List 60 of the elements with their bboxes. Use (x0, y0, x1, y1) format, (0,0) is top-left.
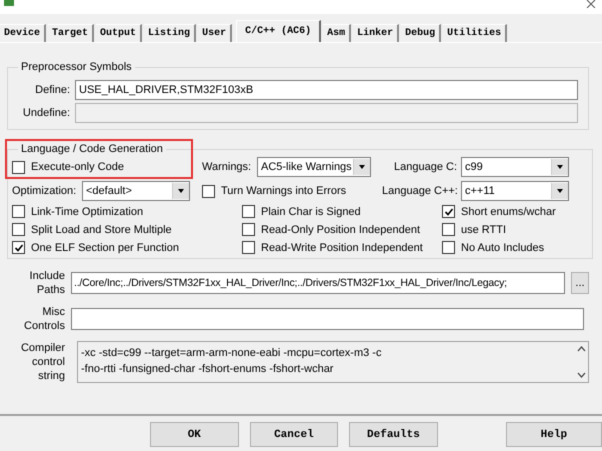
optimization-select[interactable]: <default> (82, 181, 190, 201)
checkbox-label: Short enums/wchar (461, 206, 556, 218)
browse-button[interactable]: ... (571, 272, 589, 294)
scroll-up-icon[interactable] (576, 346, 586, 352)
checkbox[interactable] (242, 223, 255, 236)
checkbox-label: Read-Only Position Independent (261, 224, 420, 236)
checkbox-label: Execute-only Code (31, 161, 124, 173)
dialog-button[interactable]: Help (506, 422, 602, 447)
tab[interactable]: Linker (353, 24, 400, 42)
language-c-select[interactable]: c99 (461, 157, 569, 177)
checkbox[interactable] (12, 205, 25, 218)
checkbox[interactable] (12, 160, 25, 174)
checkbox-label: Read-Write Position Independent (261, 242, 423, 254)
checkbox[interactable] (442, 205, 455, 218)
warnings-select[interactable]: AC5-like Warnings (257, 157, 371, 177)
dialog-button[interactable]: OK (150, 422, 239, 447)
checkbox[interactable] (12, 241, 25, 254)
checkbox[interactable] (202, 184, 215, 198)
field-label: Undefine: (22, 107, 70, 119)
tab[interactable]: Debug (401, 24, 442, 42)
checkbox[interactable] (242, 205, 255, 218)
group-title: Language / Code Generation (20, 143, 164, 155)
define-field[interactable]: USE_HAL_DRIVER,STM32F103xB (75, 80, 578, 100)
tab[interactable]: Output (96, 24, 142, 42)
checkbox-label: No Auto Includes (461, 242, 544, 254)
field-label: Include Paths (28, 269, 65, 297)
tab[interactable]: Device (0, 24, 46, 42)
field-label: Language C++: (382, 185, 459, 197)
checkbox-label: Plain Char is Signed (261, 206, 361, 218)
close-icon[interactable] (586, 0, 598, 8)
checkbox[interactable] (442, 223, 455, 236)
checkbox-label: Link-Time Optimization (31, 206, 144, 218)
group-title: Preprocessor Symbols (20, 61, 133, 73)
checkbox-label: use RTTI (461, 224, 506, 236)
checkbox-label: One ELF Section per Function (31, 242, 179, 254)
tab[interactable]: C/C++ (AC6) (236, 20, 322, 42)
dialog-button[interactable]: Cancel (250, 422, 338, 447)
field-label: Language C: (394, 161, 458, 173)
misc-controls-field[interactable] (71, 308, 584, 330)
checkbox[interactable] (242, 241, 255, 254)
field-label: Warnings: (202, 161, 252, 173)
tab[interactable]: Utilities (443, 24, 508, 42)
tab[interactable]: Asm (323, 24, 352, 42)
scroll-down-icon[interactable] (576, 372, 586, 378)
checkbox-label: Split Load and Store Multiple (31, 224, 172, 236)
tab[interactable]: User (198, 24, 232, 42)
field-label: Define: (34, 84, 70, 96)
field-label: Misc Controls (23, 305, 65, 333)
app-icon (4, 0, 14, 6)
language-cpp-select[interactable]: c++11 (461, 181, 569, 201)
checkbox[interactable] (442, 241, 455, 254)
dialog-button[interactable]: Defaults (349, 422, 438, 447)
tab[interactable]: Listing (144, 24, 196, 42)
checkbox-label: Turn Warnings into Errors (221, 185, 346, 197)
compiler-control-string: -xc -std=c99 --target=arm-arm-none-eabi -mcpu=cortex-m3 -c -fno-rtti -funsigned-char -fshort-enums -fshort-wchar (80, 346, 382, 377)
include-paths-field[interactable]: ../Core/Inc;../Drivers/STM32F1xx_HAL_Driver/Inc;../Drivers/STM32F1xx_HAL_Driver/Inc/Legacy; (71, 272, 565, 294)
field-label: Compiler control string (20, 341, 65, 383)
checkbox[interactable] (12, 223, 25, 236)
tab[interactable]: Target (48, 24, 94, 42)
field-label: Optimization: (12, 185, 78, 197)
